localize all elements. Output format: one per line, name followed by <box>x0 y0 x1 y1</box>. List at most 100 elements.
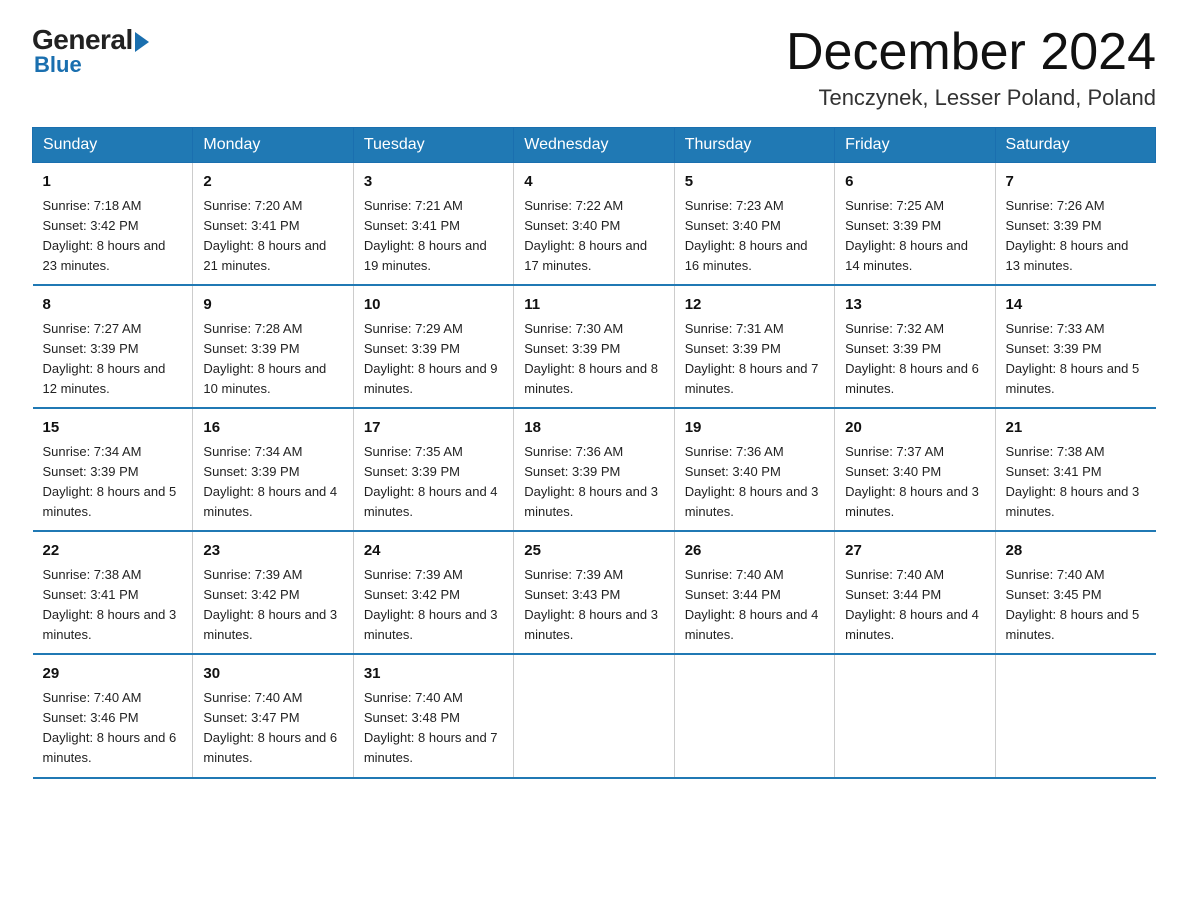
day-number: 29 <box>43 663 183 686</box>
day-number: 2 <box>203 171 342 194</box>
col-tuesday: Tuesday <box>353 128 513 163</box>
day-number: 9 <box>203 294 342 317</box>
calendar-cell <box>674 654 834 777</box>
calendar-cell: 17Sunrise: 7:35 AMSunset: 3:39 PMDayligh… <box>353 408 513 531</box>
day-info: Sunrise: 7:39 AMSunset: 3:42 PMDaylight:… <box>203 565 342 646</box>
calendar-cell: 29Sunrise: 7:40 AMSunset: 3:46 PMDayligh… <box>33 654 193 777</box>
day-info: Sunrise: 7:18 AMSunset: 3:42 PMDaylight:… <box>43 196 183 277</box>
day-number: 5 <box>685 171 824 194</box>
calendar-cell: 31Sunrise: 7:40 AMSunset: 3:48 PMDayligh… <box>353 654 513 777</box>
day-number: 8 <box>43 294 183 317</box>
calendar-week-row: 8Sunrise: 7:27 AMSunset: 3:39 PMDaylight… <box>33 285 1156 408</box>
calendar-cell: 4Sunrise: 7:22 AMSunset: 3:40 PMDaylight… <box>514 163 674 286</box>
day-info: Sunrise: 7:36 AMSunset: 3:40 PMDaylight:… <box>685 442 824 523</box>
day-number: 18 <box>524 417 663 440</box>
day-info: Sunrise: 7:40 AMSunset: 3:48 PMDaylight:… <box>364 688 503 769</box>
day-number: 30 <box>203 663 342 686</box>
day-info: Sunrise: 7:35 AMSunset: 3:39 PMDaylight:… <box>364 442 503 523</box>
day-number: 6 <box>845 171 984 194</box>
col-saturday: Saturday <box>995 128 1155 163</box>
calendar-cell: 28Sunrise: 7:40 AMSunset: 3:45 PMDayligh… <box>995 531 1155 654</box>
day-info: Sunrise: 7:23 AMSunset: 3:40 PMDaylight:… <box>685 196 824 277</box>
calendar-cell: 12Sunrise: 7:31 AMSunset: 3:39 PMDayligh… <box>674 285 834 408</box>
calendar-header-row: Sunday Monday Tuesday Wednesday Thursday… <box>33 128 1156 163</box>
day-info: Sunrise: 7:27 AMSunset: 3:39 PMDaylight:… <box>43 319 183 400</box>
calendar-cell: 13Sunrise: 7:32 AMSunset: 3:39 PMDayligh… <box>835 285 995 408</box>
calendar-cell: 15Sunrise: 7:34 AMSunset: 3:39 PMDayligh… <box>33 408 193 531</box>
day-number: 10 <box>364 294 503 317</box>
day-info: Sunrise: 7:32 AMSunset: 3:39 PMDaylight:… <box>845 319 984 400</box>
calendar-cell: 11Sunrise: 7:30 AMSunset: 3:39 PMDayligh… <box>514 285 674 408</box>
calendar-week-row: 29Sunrise: 7:40 AMSunset: 3:46 PMDayligh… <box>33 654 1156 777</box>
day-number: 11 <box>524 294 663 317</box>
day-number: 31 <box>364 663 503 686</box>
calendar-cell: 1Sunrise: 7:18 AMSunset: 3:42 PMDaylight… <box>33 163 193 286</box>
calendar-cell: 24Sunrise: 7:39 AMSunset: 3:42 PMDayligh… <box>353 531 513 654</box>
day-info: Sunrise: 7:39 AMSunset: 3:43 PMDaylight:… <box>524 565 663 646</box>
calendar-cell: 26Sunrise: 7:40 AMSunset: 3:44 PMDayligh… <box>674 531 834 654</box>
calendar-week-row: 1Sunrise: 7:18 AMSunset: 3:42 PMDaylight… <box>33 163 1156 286</box>
day-info: Sunrise: 7:28 AMSunset: 3:39 PMDaylight:… <box>203 319 342 400</box>
day-number: 21 <box>1006 417 1146 440</box>
title-block: December 2024 Tenczynek, Lesser Poland, … <box>786 24 1156 111</box>
day-info: Sunrise: 7:40 AMSunset: 3:46 PMDaylight:… <box>43 688 183 769</box>
calendar-week-row: 15Sunrise: 7:34 AMSunset: 3:39 PMDayligh… <box>33 408 1156 531</box>
day-info: Sunrise: 7:20 AMSunset: 3:41 PMDaylight:… <box>203 196 342 277</box>
day-info: Sunrise: 7:25 AMSunset: 3:39 PMDaylight:… <box>845 196 984 277</box>
day-number: 24 <box>364 540 503 563</box>
day-info: Sunrise: 7:34 AMSunset: 3:39 PMDaylight:… <box>43 442 183 523</box>
col-wednesday: Wednesday <box>514 128 674 163</box>
calendar-cell: 6Sunrise: 7:25 AMSunset: 3:39 PMDaylight… <box>835 163 995 286</box>
day-number: 13 <box>845 294 984 317</box>
day-info: Sunrise: 7:40 AMSunset: 3:47 PMDaylight:… <box>203 688 342 769</box>
col-sunday: Sunday <box>33 128 193 163</box>
day-info: Sunrise: 7:34 AMSunset: 3:39 PMDaylight:… <box>203 442 342 523</box>
calendar-cell: 16Sunrise: 7:34 AMSunset: 3:39 PMDayligh… <box>193 408 353 531</box>
day-number: 1 <box>43 171 183 194</box>
logo-triangle-icon <box>135 32 149 52</box>
day-number: 3 <box>364 171 503 194</box>
day-number: 25 <box>524 540 663 563</box>
logo-blue-text: Blue <box>32 52 82 78</box>
calendar-cell: 30Sunrise: 7:40 AMSunset: 3:47 PMDayligh… <box>193 654 353 777</box>
day-info: Sunrise: 7:21 AMSunset: 3:41 PMDaylight:… <box>364 196 503 277</box>
day-info: Sunrise: 7:38 AMSunset: 3:41 PMDaylight:… <box>1006 442 1146 523</box>
day-number: 28 <box>1006 540 1146 563</box>
day-info: Sunrise: 7:30 AMSunset: 3:39 PMDaylight:… <box>524 319 663 400</box>
calendar-cell: 21Sunrise: 7:38 AMSunset: 3:41 PMDayligh… <box>995 408 1155 531</box>
day-info: Sunrise: 7:33 AMSunset: 3:39 PMDaylight:… <box>1006 319 1146 400</box>
calendar-cell: 27Sunrise: 7:40 AMSunset: 3:44 PMDayligh… <box>835 531 995 654</box>
day-info: Sunrise: 7:40 AMSunset: 3:45 PMDaylight:… <box>1006 565 1146 646</box>
calendar-cell: 23Sunrise: 7:39 AMSunset: 3:42 PMDayligh… <box>193 531 353 654</box>
day-number: 12 <box>685 294 824 317</box>
calendar-cell: 25Sunrise: 7:39 AMSunset: 3:43 PMDayligh… <box>514 531 674 654</box>
day-number: 7 <box>1006 171 1146 194</box>
day-number: 15 <box>43 417 183 440</box>
day-number: 20 <box>845 417 984 440</box>
col-thursday: Thursday <box>674 128 834 163</box>
calendar-cell: 14Sunrise: 7:33 AMSunset: 3:39 PMDayligh… <box>995 285 1155 408</box>
day-info: Sunrise: 7:31 AMSunset: 3:39 PMDaylight:… <box>685 319 824 400</box>
calendar-cell: 10Sunrise: 7:29 AMSunset: 3:39 PMDayligh… <box>353 285 513 408</box>
day-number: 27 <box>845 540 984 563</box>
day-info: Sunrise: 7:36 AMSunset: 3:39 PMDaylight:… <box>524 442 663 523</box>
calendar-cell: 22Sunrise: 7:38 AMSunset: 3:41 PMDayligh… <box>33 531 193 654</box>
calendar-cell: 9Sunrise: 7:28 AMSunset: 3:39 PMDaylight… <box>193 285 353 408</box>
day-number: 16 <box>203 417 342 440</box>
col-friday: Friday <box>835 128 995 163</box>
calendar-cell <box>835 654 995 777</box>
day-number: 17 <box>364 417 503 440</box>
col-monday: Monday <box>193 128 353 163</box>
day-info: Sunrise: 7:40 AMSunset: 3:44 PMDaylight:… <box>685 565 824 646</box>
page-header: General Blue December 2024 Tenczynek, Le… <box>32 24 1156 111</box>
day-info: Sunrise: 7:39 AMSunset: 3:42 PMDaylight:… <box>364 565 503 646</box>
day-number: 22 <box>43 540 183 563</box>
calendar-cell: 8Sunrise: 7:27 AMSunset: 3:39 PMDaylight… <box>33 285 193 408</box>
day-number: 14 <box>1006 294 1146 317</box>
location-subtitle: Tenczynek, Lesser Poland, Poland <box>786 85 1156 111</box>
day-info: Sunrise: 7:26 AMSunset: 3:39 PMDaylight:… <box>1006 196 1146 277</box>
calendar-cell: 18Sunrise: 7:36 AMSunset: 3:39 PMDayligh… <box>514 408 674 531</box>
day-number: 26 <box>685 540 824 563</box>
calendar-table: Sunday Monday Tuesday Wednesday Thursday… <box>32 127 1156 778</box>
day-number: 4 <box>524 171 663 194</box>
